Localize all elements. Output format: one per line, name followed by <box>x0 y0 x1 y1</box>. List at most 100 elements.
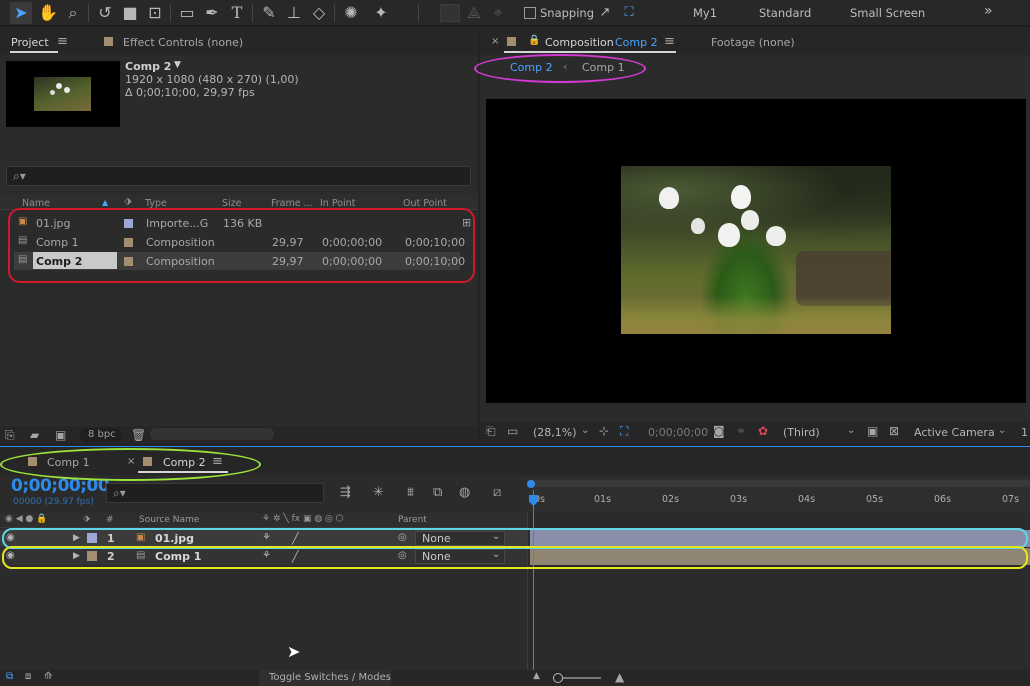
local-axis-icon[interactable] <box>440 4 460 22</box>
zoom-out-icon[interactable]: ▲ <box>533 671 540 681</box>
label-column-icon[interactable]: ⬗ <box>124 196 132 207</box>
frame-blending-icon[interactable]: ⧉ <box>433 485 442 500</box>
toggle-switches-modes-label: Toggle Switches / Modes <box>269 672 391 683</box>
column-source-name[interactable]: Source Name <box>139 515 199 525</box>
snapping-checkbox[interactable] <box>524 7 536 19</box>
panel-menu-icon[interactable]: ≡ <box>57 34 68 49</box>
brush-tool-icon[interactable]: ✎ <box>258 2 280 24</box>
region-of-interest-icon[interactable]: ⊹ <box>599 424 609 438</box>
project-search-input[interactable]: ⌕▾ <box>6 166 471 186</box>
snapshot-icon[interactable]: ◙ <box>713 424 725 438</box>
ruler-tick-05s: 05s <box>866 494 884 505</box>
zoom-tool-icon[interactable]: ⌕ <box>62 2 84 24</box>
layer-switches-icon[interactable]: ⧉ <box>6 671 13 682</box>
comp-dropdown-icon[interactable]: ▼ <box>174 60 181 70</box>
chevron-down-icon[interactable]: ⌄ <box>581 425 589 436</box>
toolbar: ➤ ✋ ⌕ ↺ ■ ⊡ ▭ ✒ T ✎ ⊥ ◇ ✺ ✦ ⟁ ⌖ Snapping… <box>0 0 1030 26</box>
in-out-panes-icon[interactable]: ⟰ <box>44 671 52 682</box>
column-layer-number[interactable]: # <box>106 515 114 525</box>
timeline-frame-count: 00000 (29.97 fps) <box>13 497 94 507</box>
views-select[interactable]: 1 <box>1021 426 1028 439</box>
tab-underline <box>10 51 58 53</box>
shy-layers-icon[interactable]: ⩩ <box>407 485 414 500</box>
chevron-down-icon[interactable]: ⌄ <box>847 425 855 436</box>
new-composition-icon[interactable]: ▣ <box>55 428 66 442</box>
fast-previews-icon[interactable]: ▣ <box>867 424 878 438</box>
selected-comp-name: Comp 2 <box>125 60 172 73</box>
current-time-display[interactable]: 0;00;00;00 <box>648 426 708 439</box>
pen-tool-icon[interactable]: ✒ <box>201 2 223 24</box>
snap-target-icon[interactable]: ⛶ <box>618 2 640 24</box>
thumbnail-image <box>34 77 91 111</box>
close-tab-icon[interactable]: × <box>491 36 499 47</box>
world-axis-icon[interactable]: ⟁ <box>463 2 485 24</box>
label-column-icon: ⬗ <box>83 514 90 524</box>
motion-blur-icon[interactable]: ◍ <box>459 485 470 500</box>
sort-ascending-icon[interactable]: ▲ <box>102 198 108 207</box>
search-icon: ⌕▾ <box>13 169 26 183</box>
current-time-indicator[interactable] <box>533 490 534 670</box>
monitor-icon[interactable]: ▭ <box>507 424 518 438</box>
new-folder-icon[interactable]: ▰ <box>30 428 39 442</box>
switches-header-icons: ⚘ ✲ ╲ fx ▣ ◍ ◎ ⬡ <box>262 514 344 524</box>
ruler-tick-01s: 01s <box>594 494 612 505</box>
selection-tool-icon[interactable]: ➤ <box>10 2 32 24</box>
rotate-tool-icon[interactable]: ↺ <box>94 2 116 24</box>
pan-behind-tool-icon[interactable]: ⊡ <box>144 2 166 24</box>
bpc-toggle[interactable]: 8 bpc <box>80 428 122 442</box>
effect-controls-swatch <box>104 37 113 46</box>
comp-mini-flowchart-icon[interactable]: ⇶ <box>340 485 351 500</box>
snap-options-icon[interactable]: ↗ <box>594 2 616 24</box>
toggle-transparency-icon[interactable]: ⊠ <box>889 424 899 438</box>
lock-icon[interactable]: 🔒 <box>528 35 540 46</box>
panel-menu-icon[interactable]: ≡ <box>664 34 675 49</box>
resolution-select[interactable]: (Third) <box>783 426 820 439</box>
clone-stamp-tool-icon[interactable]: ⊥ <box>283 2 305 24</box>
tab-footage[interactable]: Footage (none) <box>711 36 795 49</box>
av-features-icons: ◉ ◀ ● 🔒 <box>5 514 48 524</box>
workspace-standard[interactable]: Standard <box>759 6 811 20</box>
ruler-tick-06s: 06s <box>934 494 952 505</box>
graph-editor-icon[interactable]: ⧄ <box>493 485 501 500</box>
view-axis-icon[interactable]: ⌖ <box>487 2 509 24</box>
navigator-start-handle[interactable] <box>527 480 535 488</box>
tab-composition[interactable]: Composition <box>545 36 614 49</box>
draft-3d-icon[interactable]: ✳ <box>373 485 384 500</box>
project-scrollbar[interactable] <box>150 428 274 440</box>
tab-effect-controls[interactable]: Effect Controls (none) <box>123 36 243 49</box>
eraser-tool-icon[interactable]: ◇ <box>308 2 330 24</box>
ruler-tick-03s: 03s <box>730 494 748 505</box>
rectangle-tool-icon[interactable]: ▭ <box>176 2 198 24</box>
hand-tool-icon[interactable]: ✋ <box>37 2 59 24</box>
workspace-overflow-icon[interactable]: » <box>984 3 993 19</box>
transfer-controls-icon[interactable]: ⧈ <box>25 671 31 682</box>
tab-underline <box>504 51 676 53</box>
comp-tab-swatch <box>507 37 516 46</box>
bpc-label: 8 bpc <box>88 429 116 440</box>
snapping-label: Snapping <box>540 6 595 20</box>
zoom-slider-thumb[interactable] <box>553 673 563 683</box>
tab-composition-name[interactable]: Comp 2 <box>615 36 658 49</box>
puppet-tool-icon[interactable]: ✦ <box>370 2 392 24</box>
trash-icon[interactable]: 🗑 <box>131 428 146 442</box>
channel-icon[interactable]: ✿ <box>758 424 768 438</box>
magnification-select[interactable]: (28,1%) <box>533 426 577 439</box>
interpret-footage-icon[interactable]: ⎘ <box>5 428 15 443</box>
always-preview-icon[interactable]: ⎗ <box>486 424 496 439</box>
roto-brush-tool-icon[interactable]: ✺ <box>340 2 362 24</box>
transparency-grid-icon[interactable]: ⛶ <box>620 424 628 439</box>
timeline-search-input[interactable]: ⌕▾ <box>106 483 324 503</box>
annotation-magenta-ellipse <box>474 54 646 83</box>
work-area-bar[interactable] <box>527 480 1030 487</box>
camera-select[interactable]: Active Camera <box>914 426 995 439</box>
show-snapshot-icon[interactable]: ⚭ <box>736 424 746 438</box>
column-parent[interactable]: Parent <box>398 515 427 525</box>
workspace-my1[interactable]: My1 <box>693 6 717 20</box>
chevron-down-icon[interactable]: ⌄ <box>998 425 1006 436</box>
ruler-tick-02s: 02s <box>662 494 680 505</box>
tab-project[interactable]: Project <box>11 36 49 49</box>
zoom-in-icon[interactable]: ▲ <box>615 670 624 684</box>
type-tool-icon[interactable]: T <box>226 2 248 24</box>
workspace-small-screen[interactable]: Small Screen <box>850 6 925 20</box>
camera-tool-icon[interactable]: ■ <box>119 2 141 24</box>
